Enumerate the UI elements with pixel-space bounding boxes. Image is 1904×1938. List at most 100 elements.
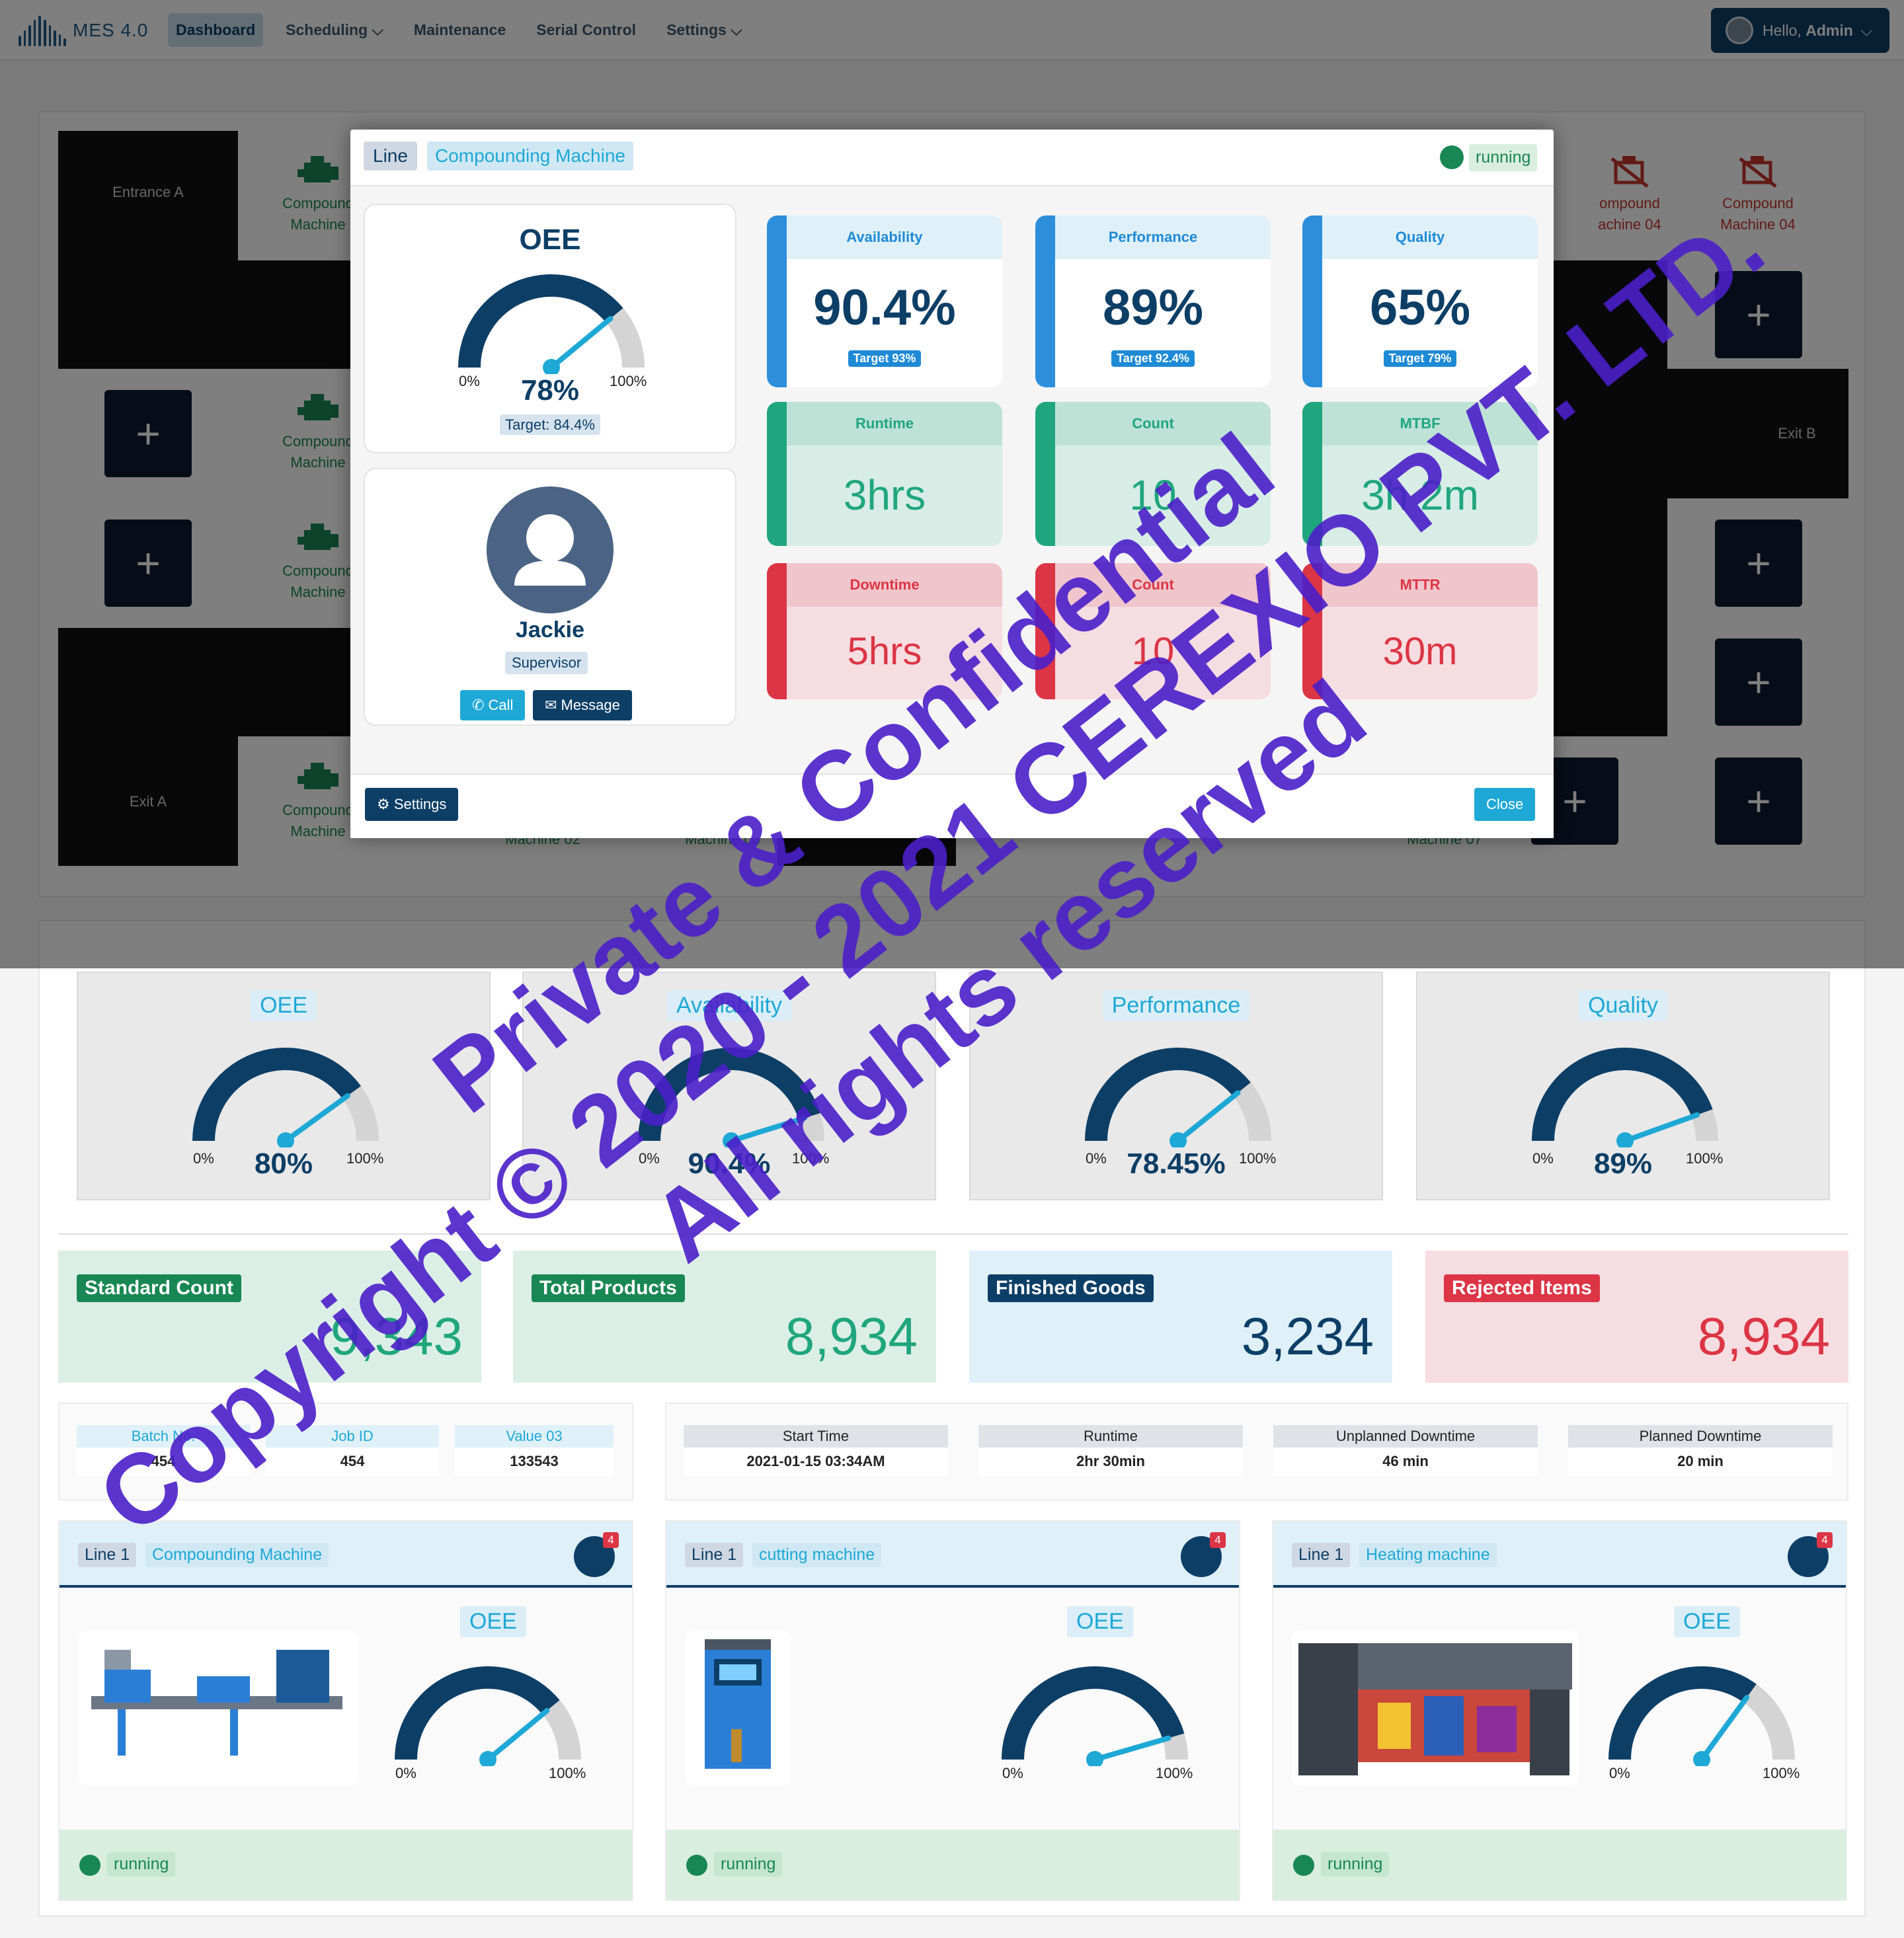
modal-footer: ⚙ Settings Close <box>350 773 1554 838</box>
gauge-fill-arc <box>638 1048 820 1142</box>
chat-icon: ✉ <box>545 697 561 713</box>
settings-button[interactable]: ⚙ Settings <box>365 788 459 821</box>
gauge-hub <box>1086 1751 1103 1766</box>
metric-count-reject: Count 10 <box>1035 563 1271 699</box>
batch-no-label: Batch No. <box>77 1425 250 1448</box>
gauge-card-quality: Quality 0% 100% 89% <box>1416 972 1830 1200</box>
unplanned-downtime-value: 46 min <box>1273 1448 1538 1475</box>
job-id-label: Job ID <box>266 1425 439 1448</box>
metric-count: Count 10 <box>1035 402 1271 546</box>
gauge-fill-arc <box>458 274 623 368</box>
gauge-availability <box>638 1048 824 1147</box>
gauge-value: 89% <box>1593 1147 1653 1180</box>
gauge-needle <box>283 1093 350 1143</box>
gauge-fill-arc <box>1085 1048 1251 1142</box>
gauge-fill-arc <box>1532 1048 1713 1142</box>
gauge-needle <box>549 316 614 370</box>
metric-runtime: Runtime 3hrs <box>767 402 1002 546</box>
status-badge: running <box>1321 1852 1390 1877</box>
machine-card[interactable]: Line 1 Heating machine 4 OEE 0% 100% run… <box>1272 1520 1847 1901</box>
gauge-track-arc <box>606 308 645 368</box>
metric-performance: Performance 89% Target 92.4% <box>1035 215 1271 387</box>
gauge-needle <box>1622 1112 1700 1143</box>
line-badge: Line 1 <box>78 1543 137 1567</box>
count-label: Standard Count <box>77 1274 241 1302</box>
gauge-needle <box>729 1115 807 1143</box>
close-button[interactable]: Close <box>1474 788 1536 821</box>
planned-downtime-value: 20 min <box>1568 1448 1833 1475</box>
machine-card[interactable]: Line 1 cutting machine 4 OEE 0% 100% run… <box>665 1520 1240 1901</box>
supervisor-panel: Jackie Supervisor ✆ Call ✉ Message <box>364 468 736 726</box>
gauge-needle <box>1175 1090 1241 1143</box>
metric-value: 3h 2m <box>1361 471 1479 519</box>
machine-card-header: Line 1 cutting machine 4 <box>666 1522 1239 1588</box>
gauge-performance <box>1085 1048 1271 1147</box>
gauge-fill-arc <box>395 1666 560 1760</box>
oee-title: OEE <box>519 223 581 256</box>
phone-icon: ✆ <box>472 697 489 713</box>
alert-count: 4 <box>603 1532 619 1548</box>
oee-title: OEE <box>1674 1606 1740 1637</box>
gauge-card-availability: Availability 0% 100% 90.4% <box>522 972 936 1200</box>
machine-gauge <box>395 1666 581 1766</box>
line-badge: Line 1 <box>685 1543 744 1567</box>
start-time-value: 2021-01-15 03:34AM <box>684 1448 948 1475</box>
machine-status-footer: running <box>1273 1830 1846 1900</box>
modal-header: Line Compounding Machine running <box>350 130 1554 186</box>
batch-info-card: Batch No. 454 Job ID 454 Value 03 133543 <box>58 1403 633 1500</box>
gauge-value: 90.4% <box>688 1147 771 1180</box>
gauge-quality <box>1532 1048 1718 1147</box>
supervisor-name: Jackie <box>516 617 584 642</box>
status-badge: running <box>1469 144 1538 171</box>
play-icon <box>686 1855 707 1876</box>
gauge-max: 100% <box>1156 1765 1193 1781</box>
runtime-value: 2hr 30min <box>978 1448 1243 1475</box>
batch-no-value: 454 <box>77 1448 250 1475</box>
metric-target: Target 79% <box>1383 350 1457 367</box>
gauge-card-performance: Performance 0% 100% 78.45% <box>969 972 1383 1200</box>
unplanned-downtime-label: Unplanned Downtime <box>1273 1425 1538 1448</box>
gauge-min: 0% <box>1002 1765 1023 1781</box>
gauge-min: 0% <box>395 1765 416 1781</box>
metric-value: 5hrs <box>847 630 922 673</box>
runtime-label: Runtime <box>978 1425 1243 1448</box>
metric-mttr: MTTR 30m <box>1302 563 1538 699</box>
count-card-rejected-items: Rejected Items 8,934 <box>1425 1251 1848 1383</box>
gauge-min: 0% <box>1609 1765 1630 1781</box>
metric-mtbf: MTBF 3h 2m <box>1302 402 1538 546</box>
metric-value: 10 <box>1131 630 1175 673</box>
machine-name-badge: Heating machine <box>1359 1543 1497 1567</box>
start-time-label: Start Time <box>684 1425 948 1448</box>
divider <box>58 1233 1848 1235</box>
machine-card-header: Line 1 Compounding Machine 4 <box>60 1522 632 1588</box>
metric-value: 30m <box>1382 630 1458 673</box>
gauge-title: Quality <box>1579 990 1667 1021</box>
oee-title: OEE <box>1067 1606 1133 1637</box>
machine-card-header: Line 1 Heating machine 4 <box>1273 1522 1846 1588</box>
bell-icon[interactable]: 4 <box>1788 1532 1833 1577</box>
planned-downtime-label: Planned Downtime <box>1568 1425 1833 1448</box>
count-card-standard: Standard Count 9,343 <box>58 1251 481 1383</box>
machine-gauge <box>1002 1666 1188 1766</box>
machine-image <box>1292 1630 1579 1786</box>
gauge-needle <box>1699 1695 1750 1762</box>
count-label: Total Products <box>532 1274 685 1302</box>
gauge-needle <box>485 1708 550 1762</box>
play-icon <box>79 1855 100 1876</box>
call-button[interactable]: ✆ Call <box>460 690 526 720</box>
gauge-fill-arc <box>1002 1666 1185 1760</box>
status-badge: running <box>714 1852 783 1877</box>
machine-image <box>78 1630 358 1786</box>
gauge-value: 78.45% <box>1127 1147 1226 1180</box>
metric-value: 3hrs <box>843 471 926 519</box>
machine-name-badge: Compounding Machine <box>145 1543 329 1567</box>
metric-availability: Availability 90.4% Target 93% <box>767 215 1002 387</box>
message-button[interactable]: ✉ Message <box>533 690 632 720</box>
bell-icon[interactable]: 4 <box>574 1532 619 1577</box>
bell-icon[interactable]: 4 <box>1181 1532 1226 1577</box>
machine-card[interactable]: Line 1 Compounding Machine 4 OEE 0% 100%… <box>58 1520 633 1901</box>
metric-quality: Quality 65% Target 79% <box>1302 215 1538 387</box>
dashboard-panel: OEE 0% 100% 80% Availability 0% 100% 90.… <box>38 920 1866 1917</box>
time-info-card: Start Time 2021-01-15 03:34AM Runtime 2h… <box>665 1403 1848 1500</box>
job-id-value: 454 <box>266 1448 439 1475</box>
